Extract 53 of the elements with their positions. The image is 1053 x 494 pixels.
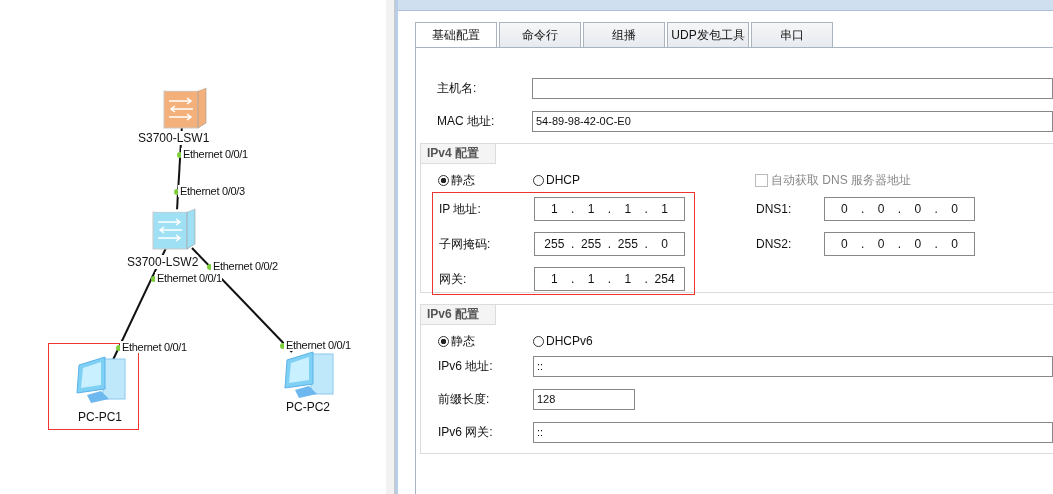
field-label: 网关: bbox=[439, 270, 468, 288]
computer-icon[interactable] bbox=[75, 355, 127, 405]
ip-field[interactable]: 255 . 255 . 255 . 0 bbox=[534, 232, 685, 256]
switch-icon[interactable] bbox=[163, 87, 207, 129]
field-label: DNS2: bbox=[756, 237, 793, 251]
text-field[interactable]: 128 bbox=[533, 388, 635, 410]
port-label: Ethernet 0/0/1 bbox=[155, 272, 222, 284]
text-field[interactable]: 54-89-98-42-0C-E0 bbox=[532, 110, 1053, 132]
radio-label: DHCPv6 bbox=[546, 334, 593, 348]
group-title: IPv6 配置 bbox=[421, 304, 497, 325]
field-label: IP 地址: bbox=[439, 200, 482, 218]
computer-icon[interactable] bbox=[283, 350, 335, 400]
text-field[interactable] bbox=[532, 77, 1053, 99]
port-label: Ethernet 0/0/1 bbox=[181, 148, 248, 160]
tab[interactable]: 基础配置 bbox=[415, 22, 497, 47]
field-label: IPv6 地址: bbox=[438, 357, 494, 375]
field-label: 子网掩码: bbox=[439, 235, 492, 253]
tab[interactable]: 串口 bbox=[751, 22, 833, 47]
ip-field[interactable]: 1 . 1 . 1 . 254 bbox=[534, 267, 685, 291]
field-label: IPv6 网关: bbox=[438, 423, 494, 441]
radio-label: 静态 bbox=[451, 332, 475, 350]
port-label: Ethernet 0/0/1 bbox=[120, 341, 187, 353]
radio-circle[interactable] bbox=[438, 335, 449, 347]
radio-button[interactable]: 静态 bbox=[438, 171, 533, 189]
device-label: PC-PC1 bbox=[78, 410, 122, 424]
field-label: 主机名: bbox=[437, 79, 478, 97]
tab[interactable]: 组播 bbox=[583, 22, 665, 47]
radio-label: 静态 bbox=[451, 171, 475, 189]
field-label: MAC 地址: bbox=[437, 112, 496, 130]
port-label: Ethernet 0/0/2 bbox=[211, 260, 278, 272]
text-field[interactable]: :: bbox=[533, 421, 1053, 443]
ip-field[interactable]: 0 . 0 . 0 . 0 bbox=[824, 197, 975, 221]
switch-icon[interactable] bbox=[152, 208, 196, 250]
radio-button[interactable]: DHCPv6 bbox=[533, 334, 628, 348]
field-label: 前缀长度: bbox=[438, 390, 491, 408]
radio-button[interactable]: 静态 bbox=[438, 332, 533, 350]
port-label: Ethernet 0/0/1 bbox=[284, 339, 351, 351]
text-field[interactable]: :: bbox=[533, 355, 1053, 377]
device-label: S3700-LSW1 bbox=[138, 131, 210, 145]
tab[interactable]: UDP发包工具 bbox=[667, 22, 749, 47]
device-label: PC-PC2 bbox=[286, 400, 330, 414]
radio-button[interactable]: DHCP bbox=[533, 173, 628, 187]
field-label: DNS1: bbox=[756, 202, 793, 216]
tab[interactable]: 命令行 bbox=[499, 22, 581, 47]
port-label: Ethernet 0/0/3 bbox=[178, 185, 245, 197]
device-label: S3700-LSW2 bbox=[127, 255, 199, 269]
radio-circle[interactable] bbox=[533, 335, 544, 347]
radio-circle[interactable] bbox=[438, 174, 449, 186]
ip-field[interactable]: 0 . 0 . 0 . 0 bbox=[824, 232, 975, 256]
radio-circle[interactable] bbox=[533, 174, 544, 186]
ip-field[interactable]: 1 . 1 . 1 . 1 bbox=[534, 197, 685, 221]
radio-label: DHCP bbox=[546, 173, 580, 187]
group-title: IPv4 配置 bbox=[421, 143, 497, 164]
